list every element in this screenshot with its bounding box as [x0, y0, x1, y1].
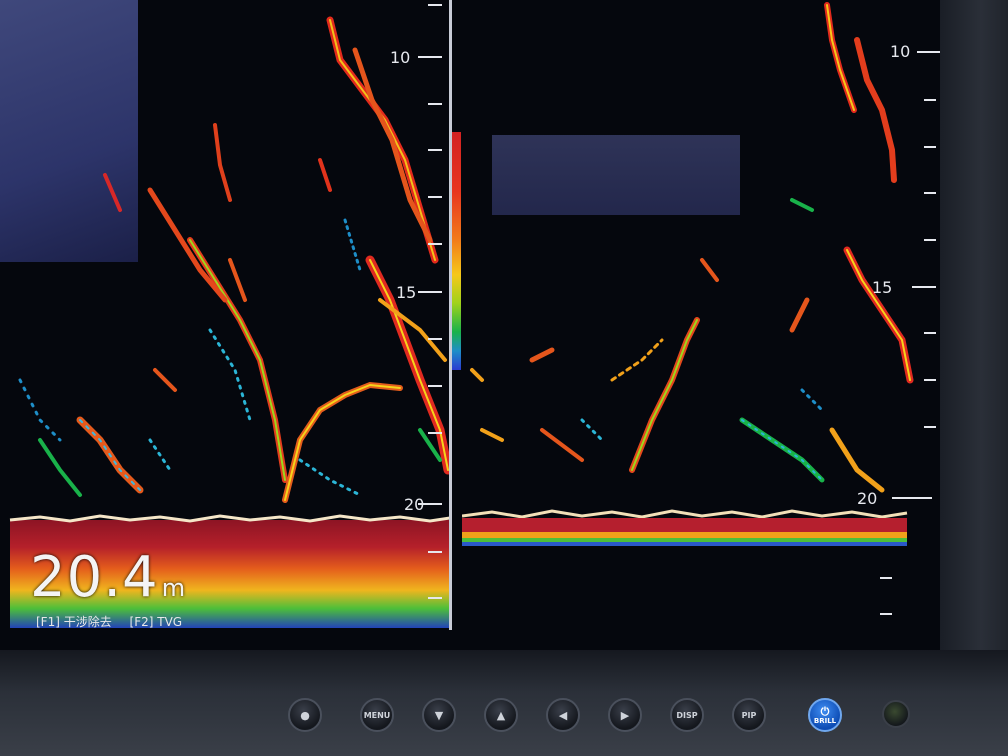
right-echogram	[462, 2, 940, 615]
sonar-screen: 10 15 20 10 15 20 20.4 m [F1] 干涉除去 [F2] …	[0, 0, 950, 660]
depth-scale-label: 20	[404, 495, 425, 514]
monitor-bezel-right	[940, 0, 1008, 700]
power-icon: ⏻	[820, 704, 830, 718]
depth-scale-label: 20	[857, 489, 878, 508]
disp-button-label: DISP	[676, 710, 698, 720]
menu-button-label: MENU	[363, 710, 391, 720]
right-button[interactable]: ▶	[608, 698, 642, 732]
round-icon: ●	[300, 708, 310, 722]
seabed-echo	[462, 518, 907, 532]
up-triangle-icon: ▲	[496, 708, 506, 722]
depth-scale-label: 15	[396, 283, 417, 302]
control-panel: ● MENU ▼ ▲ ◀ ▶ DISP PIP ⏻ BRILL	[280, 698, 920, 742]
depth-scale-label: 10	[390, 48, 411, 67]
depth-scale-label: 15	[872, 278, 893, 297]
brill-button-label: BRILL	[813, 716, 837, 725]
round-button[interactable]: ●	[288, 698, 322, 732]
brill-power-button[interactable]: ⏻ BRILL	[808, 698, 842, 732]
function-key-hints: [F1] 干涉除去 [F2] TVG	[36, 613, 196, 630]
seabed-line	[462, 509, 908, 519]
depth-unit: m	[161, 574, 187, 602]
right-echogram-pane: 10 15 20	[462, 0, 942, 628]
depth-value: 20.4	[30, 545, 159, 610]
down-triangle-icon: ▼	[434, 708, 444, 722]
left-triangle-icon: ◀	[558, 708, 568, 722]
menu-button[interactable]: MENU	[360, 698, 394, 732]
disp-button[interactable]: DISP	[670, 698, 704, 732]
up-button[interactable]: ▲	[484, 698, 518, 732]
f2-hint: [F2] TVG	[129, 615, 183, 629]
depth-readout: 20.4 m	[30, 545, 186, 610]
f1-hint: [F1] 干涉除去	[36, 615, 112, 629]
down-button[interactable]: ▼	[422, 698, 456, 732]
left-button[interactable]: ◀	[546, 698, 580, 732]
pip-button[interactable]: PIP	[732, 698, 766, 732]
fish-echo-traces	[18, 16, 450, 503]
status-led	[882, 700, 910, 728]
right-triangle-icon: ▶	[620, 708, 630, 722]
fish-echo-traces	[470, 2, 914, 493]
left-echogram-pane: 10 15 20	[0, 0, 450, 628]
color-scale-bar	[452, 132, 461, 370]
depth-scale-label: 10	[890, 42, 911, 61]
pip-button-label: PIP	[741, 710, 757, 720]
left-echogram	[9, 4, 450, 628]
